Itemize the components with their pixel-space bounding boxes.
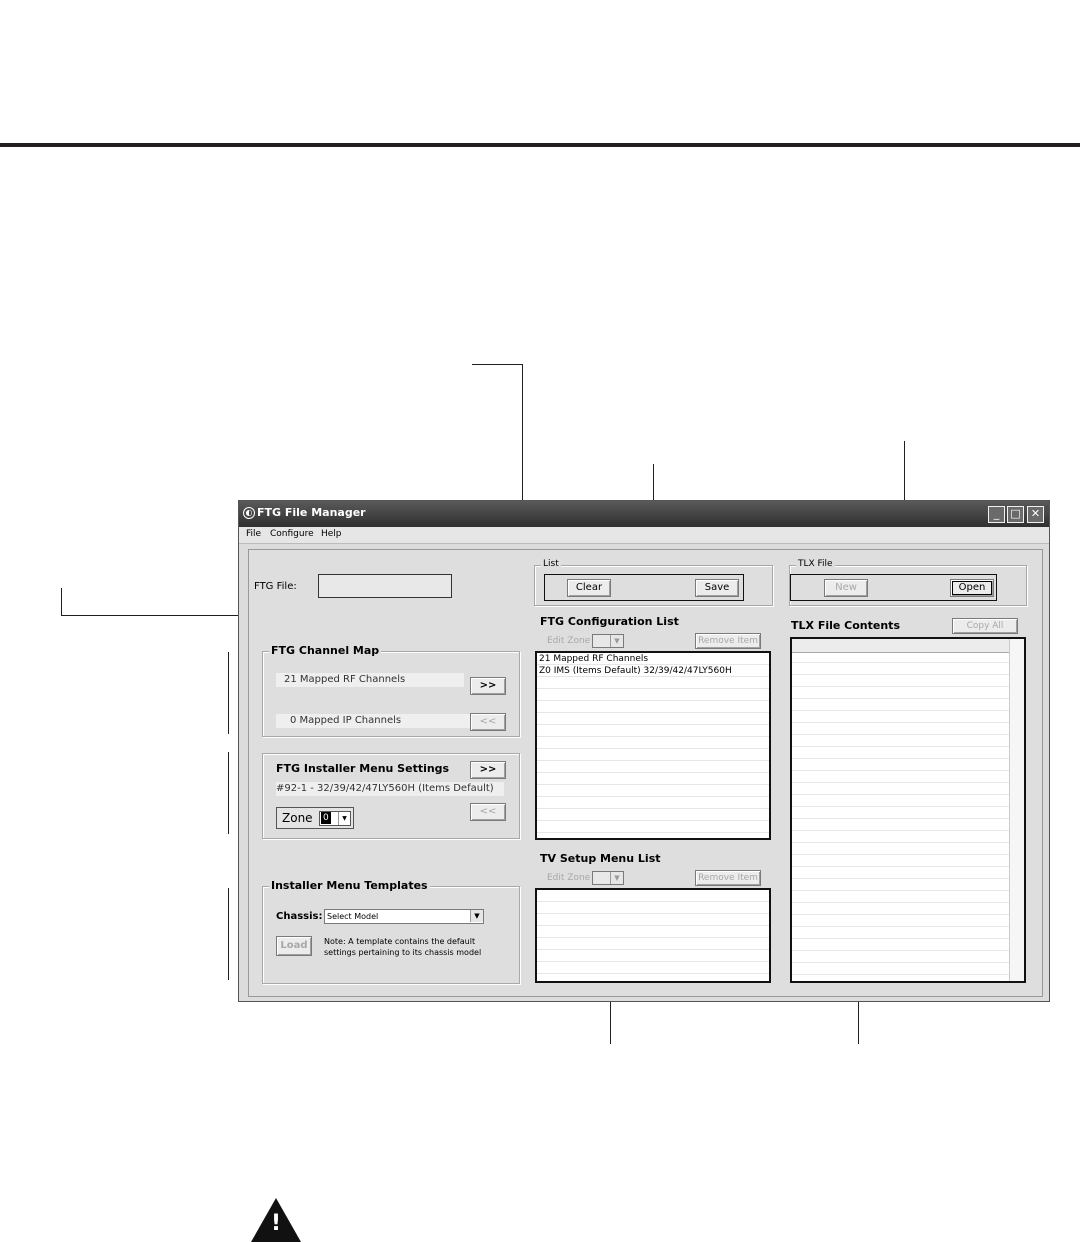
setup-list-title: TV Setup Menu List [540,852,661,865]
chassis-label: Chassis: [276,911,323,922]
warning-icon-mark: ! [270,1211,282,1236]
window-title: FTG File Manager [257,506,366,519]
config-remove-item-button[interactable]: Remove Item [695,633,761,649]
title-bar[interactable]: ◐ FTG File Manager _ □ ✕ [239,501,1049,527]
zone-label: Zone [282,811,313,825]
add-rf-button[interactable]: >> [470,677,506,695]
setup-edit-zone-select[interactable]: ▼ [592,871,624,885]
chassis-select[interactable]: Select Model ▼ [324,909,484,924]
copy-all-button[interactable]: Copy All [952,618,1018,634]
setup-list[interactable] [535,888,771,983]
callout-bracket [228,652,229,734]
list-item[interactable]: 21 Mapped RF Channels [539,654,648,665]
add-settings-button[interactable]: >> [470,761,506,779]
app-icon: ◐ [243,507,255,519]
chevron-down-icon: ▼ [470,910,483,922]
config-edit-zone-select[interactable]: ▼ [592,634,624,648]
minimize-button[interactable]: _ [988,506,1005,523]
maximize-button[interactable]: □ [1007,506,1024,523]
load-button[interactable]: Load [276,936,312,956]
tlx-list-header [792,639,1024,653]
new-button[interactable]: New [824,579,868,597]
rf-channels-field: 21 Mapped RF Channels [276,673,464,687]
page-header-rule [0,143,1080,147]
config-list-title: FTG Configuration List [540,615,679,628]
menu-file[interactable]: File [246,529,261,539]
setup-remove-item-button[interactable]: Remove Item [695,870,761,886]
list-item[interactable]: Z0 IMS (Items Default) 32/39/42/47LY560H [539,666,732,677]
ftg-file-field[interactable] [318,574,452,598]
installer-settings-group: FTG Installer Menu Settings >> #92-1 - 3… [262,753,520,839]
ip-channels-field: 0 Mapped IP Channels [276,714,470,728]
menu-help[interactable]: Help [321,529,342,539]
scrollbar[interactable] [1009,639,1024,981]
ftg-file-label: FTG File: [254,581,297,592]
list-group: List Clear Save [534,559,773,606]
menu-configure[interactable]: Configure [270,529,314,539]
clear-button[interactable]: Clear [567,579,611,597]
zone-select[interactable]: 0 ▼ [319,811,351,826]
installer-settings-value: #92-1 - 32/39/42/47LY560H (Items Default… [276,782,504,796]
menu-bar: File Configure Help [239,527,1049,544]
config-edit-zone-label: Edit Zone [547,636,591,646]
callout-bracket [228,752,229,834]
remove-ip-button[interactable]: << [470,713,506,731]
chassis-select-value: Select Model [327,912,379,921]
template-note-line2: settings pertaining to its chassis model [324,948,482,957]
callout-bracket [228,888,229,980]
callout-line [61,588,62,616]
open-button[interactable]: Open [950,579,994,597]
tlx-file-group: TLX File New Open [789,559,1027,606]
callout-line [472,364,523,365]
tlx-contents-title: TLX File Contents [791,619,900,632]
channel-map-group: FTG Channel Map 21 Mapped RF Channels >>… [262,644,520,737]
list-group-title: List [541,559,561,569]
main-panel: FTG File: FTG Channel Map 21 Mapped RF C… [248,549,1043,997]
chevron-down-icon: ▼ [610,635,623,647]
config-list[interactable]: 21 Mapped RF Channels Z0 IMS (Items Defa… [535,651,771,840]
ftg-file-manager-window: ◐ FTG File Manager _ □ ✕ File Configure … [238,500,1050,1002]
chevron-down-icon: ▼ [338,812,350,825]
close-button[interactable]: ✕ [1027,506,1044,523]
channel-map-title: FTG Channel Map [269,644,382,657]
tlx-group-title: TLX File [796,559,835,569]
templates-group: Installer Menu Templates Chassis: Select… [262,879,520,984]
remove-settings-button[interactable]: << [470,803,506,821]
zone-box: Zone 0 ▼ [276,807,354,829]
installer-settings-title: FTG Installer Menu Settings [276,762,450,775]
templates-title: Installer Menu Templates [269,879,430,892]
template-note-line1: Note: A template contains the default [324,937,476,946]
tlx-contents-list[interactable] [790,637,1026,983]
setup-edit-zone-label: Edit Zone [547,873,591,883]
zone-value: 0 [321,812,331,824]
save-button[interactable]: Save [695,579,739,597]
chevron-down-icon: ▼ [610,872,623,884]
